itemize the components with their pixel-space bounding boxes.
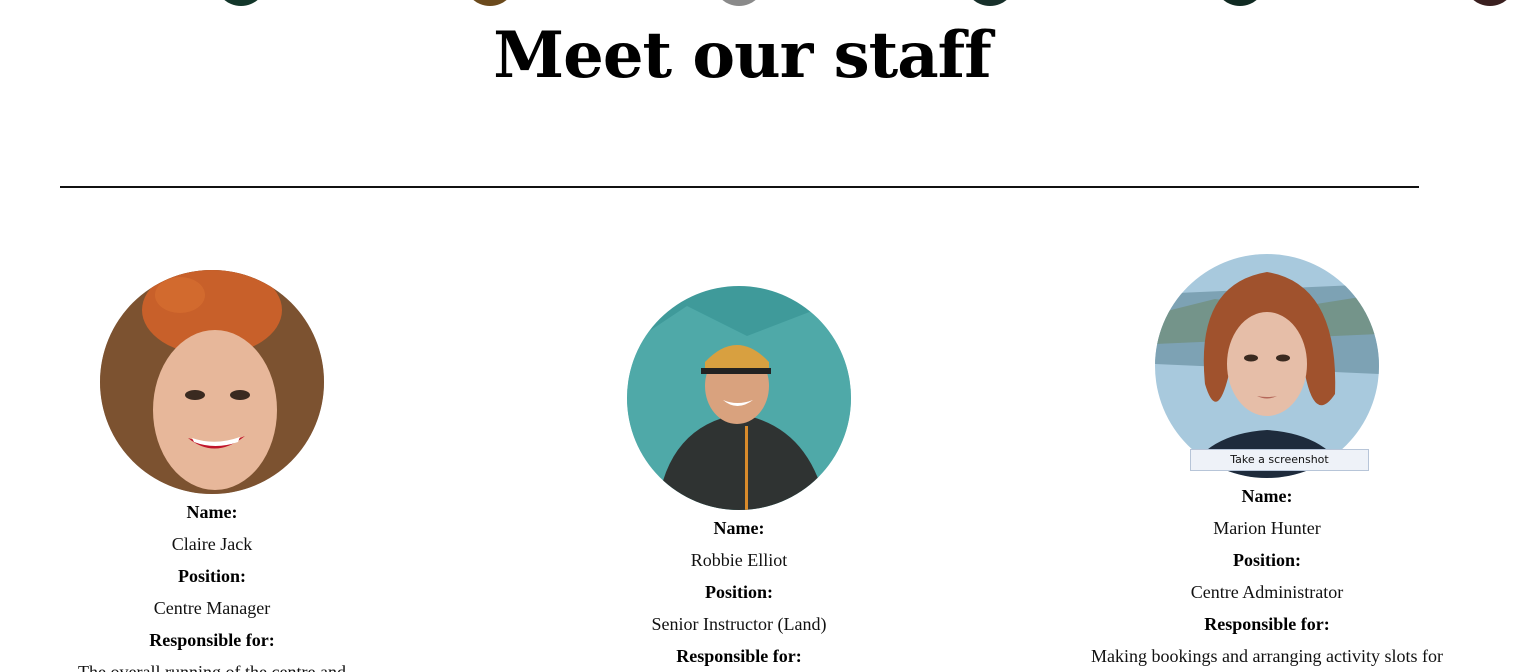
staff-card-robbie-elliot: Name: Robbie Elliot Position: Senior Ins…: [524, 286, 954, 672]
previous-section-avatar: [215, 0, 267, 6]
staff-photo: [627, 286, 851, 510]
staff-section: Meet our staff Name: Claire Jack Positio…: [0, 0, 1530, 672]
section-divider: [60, 186, 1419, 188]
staff-name: Claire Jack: [171, 534, 253, 554]
staff-photo: [1155, 254, 1379, 478]
position-label: Position:: [1232, 550, 1301, 570]
responsible-label: Responsible for:: [149, 630, 275, 650]
responsible-label: Responsible for:: [676, 646, 802, 666]
staff-responsibility: Making bookings and arranging activity s…: [1091, 646, 1443, 666]
staff-position: Centre Manager: [153, 598, 271, 618]
name-label: Name:: [1241, 486, 1293, 506]
responsible-label: Responsible for:: [1204, 614, 1330, 634]
staff-position: Centre Administrator: [1190, 582, 1344, 602]
staff-name: Robbie Elliot: [690, 550, 788, 570]
page-title: Meet our staff: [493, 18, 991, 93]
previous-section-avatar: [713, 0, 765, 6]
staff-responsibility: The overall running of the centre and: [78, 662, 346, 672]
name-label: Name:: [713, 518, 765, 538]
staff-photo: [100, 270, 324, 494]
staff-name: Marion Hunter: [1213, 518, 1321, 538]
previous-section-avatar: [1214, 0, 1266, 6]
staff-position: Senior Instructor (Land): [651, 614, 827, 634]
previous-section-avatar: [464, 0, 516, 6]
position-label: Position:: [177, 566, 246, 586]
screenshot-tooltip[interactable]: Take a screenshot: [1190, 449, 1369, 471]
previous-section-avatar: [964, 0, 1016, 6]
staff-card-claire-jack: Name: Claire Jack Position: Centre Manag…: [0, 270, 427, 672]
name-label: Name:: [186, 502, 238, 522]
previous-section-avatar: [1464, 0, 1516, 6]
position-label: Position:: [704, 582, 773, 602]
